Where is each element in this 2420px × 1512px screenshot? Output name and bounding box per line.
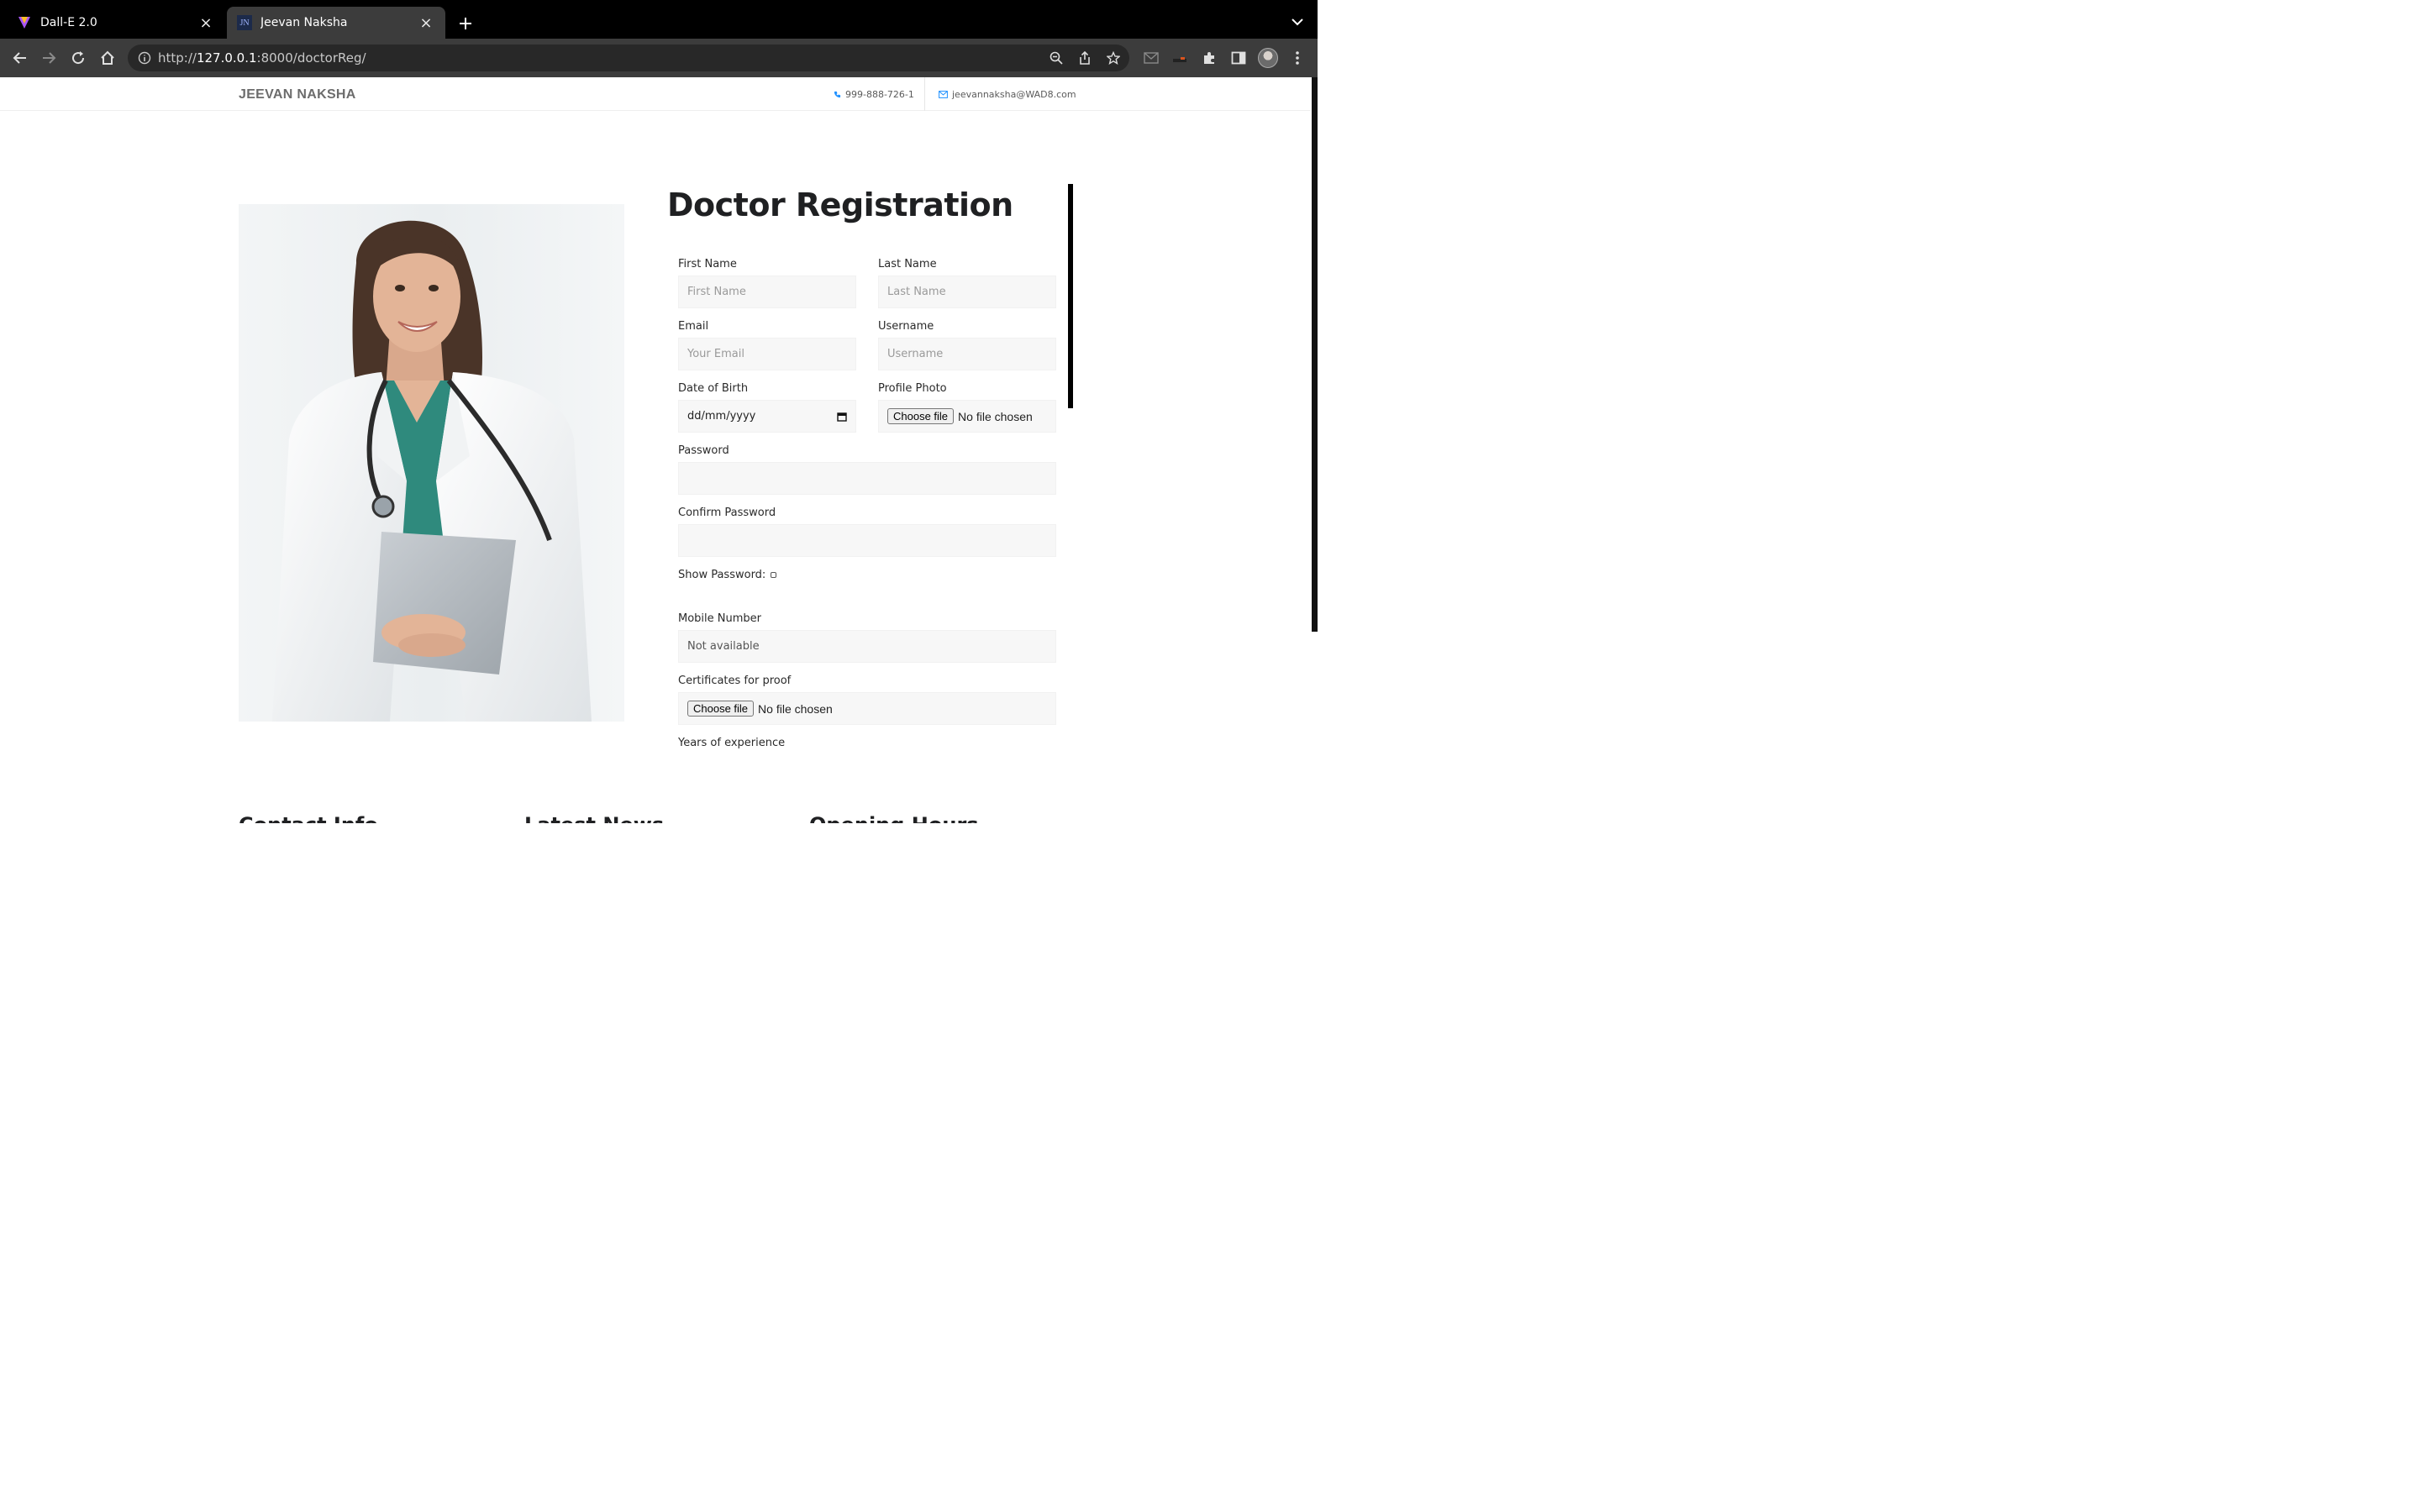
show-password-toggle: Show Password: bbox=[678, 569, 777, 581]
calendar-icon[interactable] bbox=[837, 412, 847, 422]
username-input[interactable]: Username bbox=[878, 338, 1056, 370]
confirm-password-label: Confirm Password bbox=[678, 507, 776, 519]
forward-icon[interactable] bbox=[37, 46, 60, 70]
reload-icon[interactable] bbox=[66, 46, 90, 70]
mail-extension-icon[interactable] bbox=[1139, 46, 1163, 70]
tab-close-icon[interactable]: × bbox=[198, 14, 213, 32]
confirm-password-input[interactable] bbox=[678, 524, 1056, 557]
password-input[interactable] bbox=[678, 462, 1056, 495]
mobile-label: Mobile Number bbox=[678, 612, 761, 625]
profile-photo-input[interactable]: Choose file No file chosen bbox=[878, 400, 1056, 433]
certificates-label: Certificates for proof bbox=[678, 675, 792, 687]
first-name-input[interactable]: First Name bbox=[678, 276, 856, 308]
home-icon[interactable] bbox=[96, 46, 119, 70]
choose-file-button[interactable]: Choose file bbox=[687, 701, 755, 717]
email-address: jeevannaksha@WAD8.com bbox=[952, 88, 1076, 100]
url-prefix: http:// bbox=[158, 50, 197, 66]
share-icon[interactable] bbox=[1074, 48, 1096, 68]
dob-input[interactable]: dd/mm/yyyy bbox=[678, 400, 856, 433]
doctor-photo bbox=[239, 204, 624, 722]
tab-dall-e[interactable]: Dall-E 2.0 × bbox=[0, 7, 225, 39]
page-scrollbar-thumb[interactable] bbox=[1312, 77, 1318, 632]
menu-kebab-icon[interactable] bbox=[1286, 46, 1309, 70]
contact-email: jeevannaksha@WAD8.com bbox=[924, 77, 1076, 111]
last-name-label: Last Name bbox=[878, 258, 937, 270]
email-label: Email bbox=[678, 320, 709, 333]
show-password-checkbox[interactable] bbox=[771, 572, 777, 578]
phone-icon bbox=[834, 91, 841, 97]
new-tab-icon[interactable] bbox=[454, 12, 477, 35]
site-brand[interactable]: JEEVAN NAKSHA bbox=[239, 87, 356, 102]
certificates-input[interactable]: Choose file No file chosen bbox=[678, 692, 1056, 725]
dall-e-favicon-icon bbox=[17, 15, 32, 30]
back-icon[interactable] bbox=[8, 46, 32, 70]
no-file-text: No file chosen bbox=[758, 701, 833, 716]
url-path: :8000/doctorReg/ bbox=[256, 50, 366, 66]
email-input[interactable]: Your Email bbox=[678, 338, 856, 370]
extensions-puzzle-icon[interactable] bbox=[1197, 46, 1221, 70]
jn-favicon-icon: JN bbox=[237, 15, 252, 30]
url-host: 127.0.0.1 bbox=[196, 50, 257, 66]
profile-avatar[interactable] bbox=[1258, 48, 1278, 68]
first-name-label: First Name bbox=[678, 258, 737, 270]
footer-hours-heading: Opening Hours bbox=[809, 813, 979, 823]
tab-search-chevron-icon[interactable] bbox=[1287, 12, 1307, 32]
mobile-input[interactable]: Not available bbox=[678, 630, 1056, 663]
username-label: Username bbox=[878, 320, 934, 333]
last-name-input[interactable]: Last Name bbox=[878, 276, 1056, 308]
tab-title: Dall-E 2.0 bbox=[40, 16, 97, 29]
tab-title: Jeevan Naksha bbox=[260, 16, 348, 29]
address-bar[interactable]: http://127.0.0.1:8000/doctorReg/ bbox=[128, 45, 1129, 71]
contact-phone: 999-888-726-1 bbox=[834, 77, 914, 111]
bookmark-star-icon[interactable] bbox=[1102, 48, 1124, 68]
show-password-label: Show Password: bbox=[678, 569, 766, 581]
site-top-bar: JEEVAN NAKSHA 999-888-726-1 jeevannaksha… bbox=[0, 77, 1311, 111]
choose-file-button[interactable]: Choose file bbox=[887, 408, 955, 424]
dob-label: Date of Birth bbox=[678, 382, 749, 395]
site-info-icon[interactable] bbox=[138, 51, 151, 65]
dob-placeholder: dd/mm/yyyy bbox=[687, 410, 756, 423]
envelope-icon bbox=[939, 90, 948, 98]
page-title: Doctor Registration bbox=[667, 186, 1013, 223]
footer-news-heading: Latest News bbox=[524, 813, 664, 823]
phone-number: 999-888-726-1 bbox=[845, 88, 914, 100]
form-scroll-indicator bbox=[1068, 184, 1073, 408]
profile-photo-label: Profile Photo bbox=[878, 382, 947, 395]
password-label: Password bbox=[678, 444, 729, 457]
footer-contact-heading: Contact Info bbox=[239, 813, 378, 823]
browser-toolbar: http://127.0.0.1:8000/doctorReg/ bbox=[0, 39, 1318, 77]
zoom-icon[interactable] bbox=[1045, 48, 1067, 68]
side-panel-icon[interactable] bbox=[1227, 46, 1250, 70]
page-scrollbar[interactable] bbox=[1311, 77, 1318, 823]
extension-icon[interactable] bbox=[1168, 46, 1192, 70]
experience-label: Years of experience bbox=[678, 737, 786, 749]
page-viewport: JEEVAN NAKSHA 999-888-726-1 jeevannaksha… bbox=[0, 77, 1318, 823]
tab-close-icon[interactable]: × bbox=[418, 14, 434, 32]
tab-jeevan-naksha[interactable]: JN Jeevan Naksha × bbox=[227, 7, 445, 39]
browser-tab-strip: Dall-E 2.0 × JN Jeevan Naksha × bbox=[0, 0, 1318, 39]
no-file-text: No file chosen bbox=[958, 409, 1033, 423]
